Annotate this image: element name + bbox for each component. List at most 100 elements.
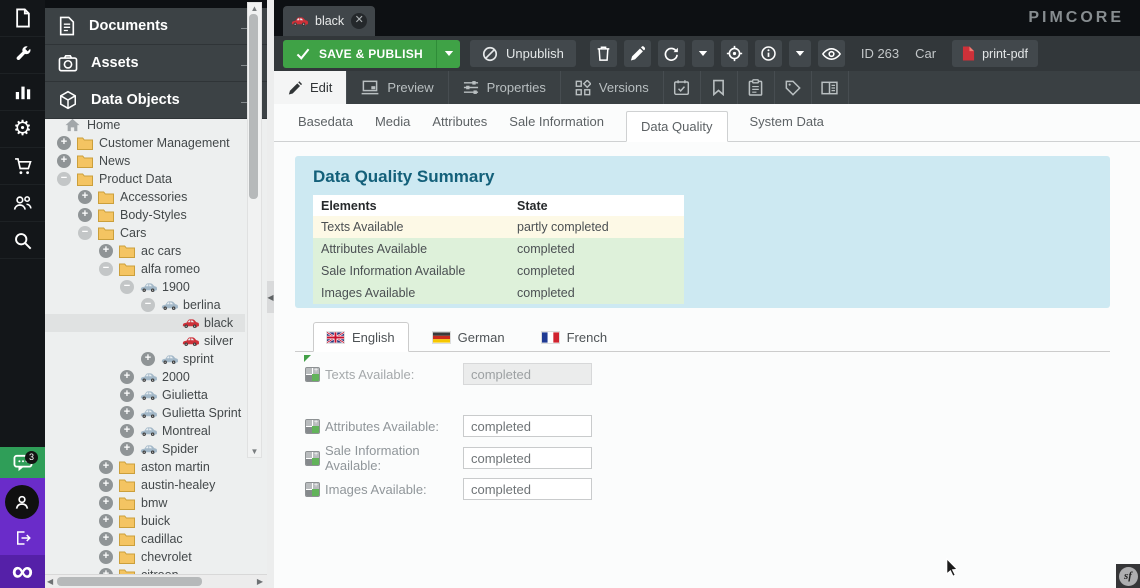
info-options-button[interactable]	[789, 40, 811, 67]
tab-notes-clipboard[interactable]	[738, 71, 775, 104]
tree-item-body-styles[interactable]: +Body-Styles	[45, 206, 245, 224]
tree-item-sprint[interactable]: +sprint	[45, 350, 245, 368]
subtab-data-quality[interactable]: Data Quality	[626, 111, 728, 142]
unpublish-button[interactable]: Unpublish	[470, 40, 576, 67]
subtab-media[interactable]: Media	[375, 114, 410, 141]
collapse-icon[interactable]: −	[57, 172, 71, 186]
tab-black[interactable]: black ✕	[283, 6, 375, 36]
tree-horizontal-scrollbar[interactable]: ◀ ▶	[45, 574, 267, 588]
language-tab-french[interactable]: French	[529, 323, 620, 351]
field-value-input[interactable]	[463, 447, 592, 469]
user-avatar[interactable]	[5, 485, 39, 519]
tree-item-accessories[interactable]: +Accessories	[45, 188, 245, 206]
tab-preview[interactable]: Preview	[347, 71, 448, 104]
panel-splitter[interactable]: ◀	[267, 0, 274, 588]
tab-versions[interactable]: Versions	[561, 71, 664, 104]
tree-item-giulietta[interactable]: +Giulietta	[45, 386, 245, 404]
tree-item-news[interactable]: +News	[45, 152, 245, 170]
scroll-up-icon[interactable]: ▲	[248, 4, 261, 13]
tree-item-cadillac[interactable]: +cadillac	[45, 530, 245, 548]
expand-icon[interactable]: +	[120, 406, 134, 420]
tab-edit[interactable]: Edit	[274, 71, 347, 104]
close-icon[interactable]: ✕	[351, 13, 367, 29]
scroll-down-icon[interactable]: ▼	[248, 447, 261, 456]
ecommerce-button[interactable]	[0, 148, 45, 185]
subtab-attributes[interactable]: Attributes	[432, 114, 487, 141]
delete-button[interactable]	[590, 40, 617, 67]
tree-item-cars[interactable]: −Cars	[45, 224, 245, 242]
collapse-panel-handle[interactable]: ◀	[267, 281, 274, 313]
tab-tag[interactable]	[775, 71, 812, 104]
field-value-input[interactable]	[463, 415, 592, 437]
expand-icon[interactable]: +	[120, 424, 134, 438]
expand-icon[interactable]: +	[120, 370, 134, 384]
accordion-data-objects[interactable]: Data Objects →	[45, 82, 267, 119]
tree-item-black[interactable]: black	[45, 314, 245, 332]
rename-button[interactable]	[624, 40, 651, 67]
tree-item-2000[interactable]: +2000	[45, 368, 245, 386]
expand-icon[interactable]: +	[99, 550, 113, 564]
scroll-right-icon[interactable]: ▶	[257, 577, 263, 586]
notifications-button[interactable]	[0, 447, 45, 478]
tree-item-1900[interactable]: −1900	[45, 278, 245, 296]
expand-icon[interactable]: +	[99, 460, 113, 474]
collapse-icon[interactable]: −	[78, 226, 92, 240]
tree-item-berlina[interactable]: −berlina	[45, 296, 245, 314]
tree-item-ac-cars[interactable]: +ac cars	[45, 242, 245, 260]
reports-button[interactable]	[0, 74, 45, 111]
subtab-sale-information[interactable]: Sale Information	[509, 114, 604, 141]
expand-icon[interactable]: +	[141, 352, 155, 366]
accordion-documents[interactable]: Documents →	[45, 8, 267, 45]
expand-icon[interactable]: +	[120, 442, 134, 456]
subtab-system-data[interactable]: System Data	[750, 114, 824, 141]
tree-item-chevrolet[interactable]: +chevrolet	[45, 548, 245, 566]
tools-button[interactable]	[0, 37, 45, 74]
collapse-icon[interactable]: −	[141, 298, 155, 312]
tree-item-montreal[interactable]: +Montreal	[45, 422, 245, 440]
open-preview-button[interactable]	[818, 40, 845, 67]
tree-item-silver[interactable]: silver	[45, 332, 245, 350]
expand-icon[interactable]: +	[99, 532, 113, 546]
field-value-input[interactable]	[463, 478, 592, 500]
tree-item-aston-martin[interactable]: +aston martin	[45, 458, 245, 476]
expand-icon[interactable]: +	[57, 154, 71, 168]
field-value-input[interactable]	[463, 363, 592, 385]
tree-item-customer-management[interactable]: +Customer Management	[45, 134, 245, 152]
scroll-left-icon[interactable]: ◀	[47, 577, 53, 586]
settings-button[interactable]: ⚙	[0, 111, 45, 148]
tab-schedule-calendar[interactable]	[664, 71, 701, 104]
save-options-caret[interactable]	[436, 40, 460, 68]
expand-icon[interactable]: +	[120, 388, 134, 402]
search-button[interactable]	[0, 222, 45, 259]
tree-item-home[interactable]: Home	[45, 116, 245, 134]
expand-icon[interactable]: +	[78, 190, 92, 204]
print-pdf-button[interactable]: print-pdf	[952, 40, 1038, 67]
tab-properties[interactable]: Properties	[449, 71, 561, 104]
scrollbar-thumb[interactable]	[57, 577, 202, 586]
pimcore-infinity-logo[interactable]: ∞	[0, 555, 45, 588]
tree-vertical-scrollbar[interactable]: ▲ ▼	[247, 2, 262, 458]
collapse-icon[interactable]: −	[120, 280, 134, 294]
subtab-basedata[interactable]: Basedata	[298, 114, 353, 141]
language-tab-english[interactable]: English	[313, 322, 409, 352]
tab-bookmark[interactable]	[701, 71, 738, 104]
accordion-assets[interactable]: Assets →	[45, 45, 267, 82]
tree-item-bmw[interactable]: +bmw	[45, 494, 245, 512]
tree-item-alfa-romeo[interactable]: −alfa romeo	[45, 260, 245, 278]
collapse-icon[interactable]: −	[99, 262, 113, 276]
tree-item-buick[interactable]: +buick	[45, 512, 245, 530]
expand-icon[interactable]: +	[99, 478, 113, 492]
expand-icon[interactable]: +	[99, 514, 113, 528]
reload-options-button[interactable]	[692, 40, 714, 67]
expand-icon[interactable]: +	[99, 244, 113, 258]
logout-button[interactable]	[0, 524, 45, 552]
file-button[interactable]	[0, 0, 45, 37]
expand-icon[interactable]: +	[99, 496, 113, 510]
language-tab-german[interactable]: German	[420, 323, 518, 351]
customers-button[interactable]	[0, 185, 45, 222]
info-button[interactable]	[755, 40, 782, 67]
save-publish-button[interactable]: SAVE & PUBLISH	[283, 40, 460, 68]
reload-button[interactable]	[658, 40, 685, 67]
tab-app-layout[interactable]	[812, 71, 849, 104]
expand-icon[interactable]: +	[57, 136, 71, 150]
